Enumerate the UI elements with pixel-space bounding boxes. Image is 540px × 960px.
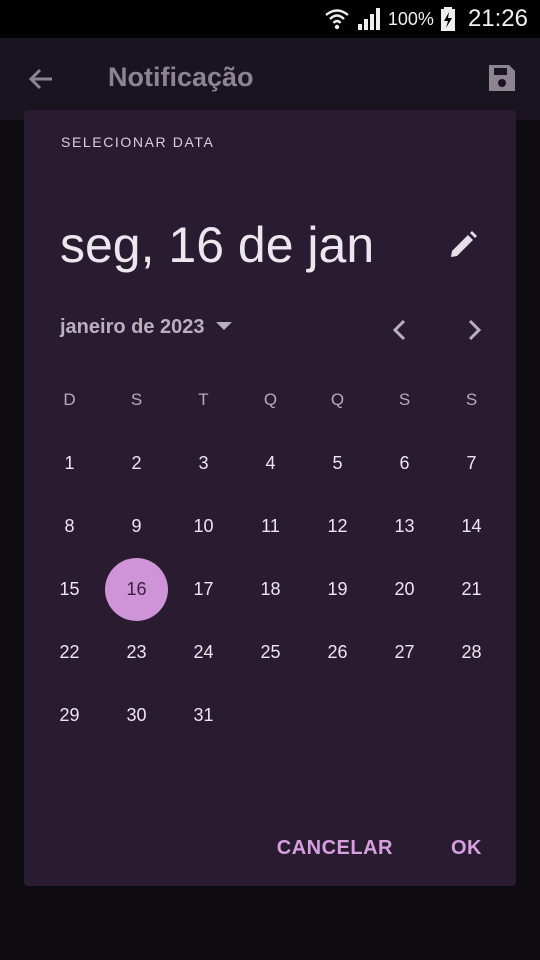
day-cell[interactable]: 10: [170, 495, 237, 558]
day-cell-selected[interactable]: 16: [103, 558, 170, 621]
weekday-label: Q: [330, 390, 345, 409]
day-number: 27: [394, 642, 415, 662]
back-arrow-icon[interactable]: [26, 64, 56, 99]
day-number: 26: [327, 642, 348, 662]
selected-day-number: 16: [105, 558, 168, 621]
ok-button[interactable]: OK: [451, 837, 482, 860]
day-number: 2: [131, 453, 142, 473]
day-cell[interactable]: 1: [36, 432, 103, 495]
day-number: 25: [260, 642, 281, 662]
day-cell[interactable]: 6: [371, 432, 438, 495]
day-cell[interactable]: 27: [371, 621, 438, 684]
day-cell[interactable]: 2: [103, 432, 170, 495]
weekday-label: S: [130, 390, 143, 409]
dialog-actions: CANCELAR OK: [277, 837, 482, 860]
day-cell[interactable]: 31: [170, 684, 237, 747]
day-cell[interactable]: 12: [304, 495, 371, 558]
day-number: 13: [394, 516, 415, 536]
day-number: 1: [64, 453, 75, 473]
day-number: 30: [126, 705, 147, 725]
day-cell[interactable]: 21: [438, 558, 505, 621]
day-cell[interactable]: 18: [237, 558, 304, 621]
dialog-label: SELECIONAR DATA: [61, 134, 215, 150]
day-number: 9: [131, 516, 142, 536]
day-cell[interactable]: 30: [103, 684, 170, 747]
day-cell[interactable]: 14: [438, 495, 505, 558]
day-cell[interactable]: 8: [36, 495, 103, 558]
day-cell[interactable]: 17: [170, 558, 237, 621]
day-number: 28: [461, 642, 482, 662]
signal-icon: [356, 6, 382, 32]
app-bar: Notificação: [0, 38, 540, 120]
day-cell[interactable]: 24: [170, 621, 237, 684]
day-cell[interactable]: 15: [36, 558, 103, 621]
day-number: 12: [327, 516, 348, 536]
day-number: 21: [461, 579, 482, 599]
page-title: Notificação: [108, 62, 254, 92]
day-number: 19: [327, 579, 348, 599]
month-year-label: janeiro de 2023: [60, 316, 205, 338]
day-number: 10: [193, 516, 214, 536]
day-cell[interactable]: 22: [36, 621, 103, 684]
day-number: 4: [265, 453, 276, 473]
day-cell[interactable]: 23: [103, 621, 170, 684]
weekday-label: D: [63, 390, 76, 409]
day-cell[interactable]: 9: [103, 495, 170, 558]
calendar-grid: D S T Q Q S S 1 2 3 4 5 6 7 8 9 10 11 12…: [36, 368, 504, 747]
day-cell[interactable]: 13: [371, 495, 438, 558]
pencil-edit-icon[interactable]: [448, 230, 478, 265]
status-bar: 100% 21:26: [0, 0, 540, 38]
day-cell[interactable]: 28: [438, 621, 505, 684]
day-cell[interactable]: 29: [36, 684, 103, 747]
next-month-chevron-icon[interactable]: [464, 318, 484, 347]
battery-charging-icon: [440, 6, 456, 32]
clock: 21:26: [467, 5, 528, 32]
previous-month-chevron-icon[interactable]: [390, 318, 410, 347]
dropdown-arrow-icon: [215, 319, 233, 337]
day-number: 11: [261, 516, 280, 536]
day-cell[interactable]: 7: [438, 432, 505, 495]
save-icon[interactable]: [486, 62, 518, 99]
selected-date-headline: seg, 16 de jan: [60, 217, 375, 273]
day-cell[interactable]: 26: [304, 621, 371, 684]
day-cell[interactable]: 25: [237, 621, 304, 684]
wifi-icon: [324, 6, 350, 32]
day-number: 18: [260, 579, 281, 599]
weekday-label: Q: [263, 390, 278, 409]
weekday-label: T: [198, 390, 209, 409]
day-number: 22: [59, 642, 80, 662]
cancel-button[interactable]: CANCELAR: [277, 837, 393, 860]
day-number: 24: [193, 642, 214, 662]
weekday-label: S: [465, 390, 478, 409]
day-cell[interactable]: 20: [371, 558, 438, 621]
day-number: 23: [126, 642, 147, 662]
month-year-selector[interactable]: janeiro de 2023: [60, 316, 233, 339]
day-number: 5: [332, 453, 343, 473]
day-number: 6: [399, 453, 410, 473]
day-number: 17: [193, 579, 214, 599]
day-cell[interactable]: 4: [237, 432, 304, 495]
day-cell[interactable]: 19: [304, 558, 371, 621]
day-number: 3: [198, 453, 209, 473]
day-cell[interactable]: 5: [304, 432, 371, 495]
day-cell[interactable]: 11: [237, 495, 304, 558]
day-number: 8: [64, 516, 75, 536]
date-picker-dialog: SELECIONAR DATA seg, 16 de jan janeiro d…: [24, 110, 516, 886]
day-cell[interactable]: 3: [170, 432, 237, 495]
day-number: 15: [59, 579, 80, 599]
weekday-label: S: [398, 390, 411, 409]
day-number: 14: [461, 516, 482, 536]
day-number: 29: [59, 705, 80, 725]
day-number: 7: [466, 453, 477, 473]
day-number: 31: [193, 705, 214, 725]
day-number: 20: [394, 579, 415, 599]
battery-percent: 100%: [387, 8, 434, 29]
